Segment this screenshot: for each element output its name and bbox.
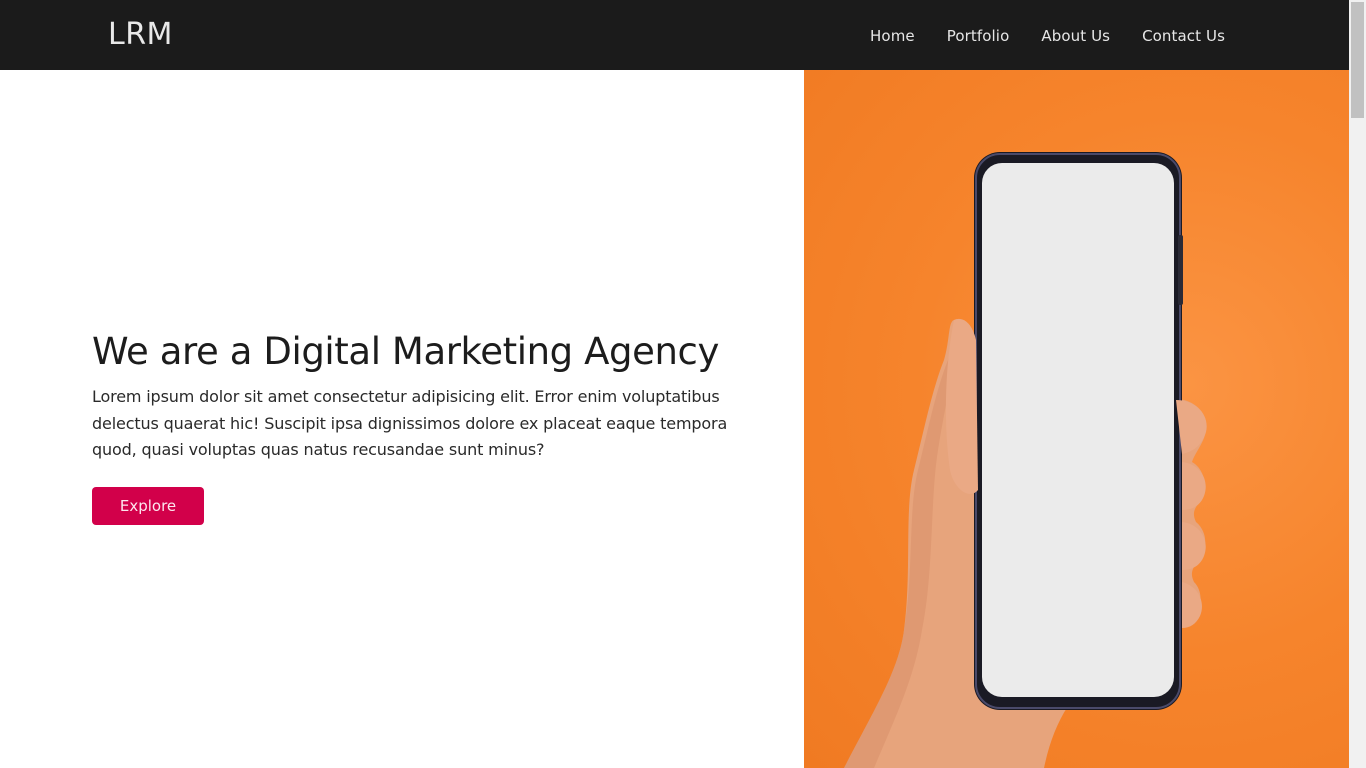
nav-link-contact-us[interactable]: Contact Us xyxy=(1142,25,1225,47)
nav-link-about-us[interactable]: About Us xyxy=(1041,25,1110,47)
navbar: LRM Home Portfolio About Us Contact Us xyxy=(0,0,1349,70)
hand-holding-phone-illustration xyxy=(844,152,1207,768)
phone-screen xyxy=(982,163,1174,697)
nav-link-portfolio[interactable]: Portfolio xyxy=(947,25,1010,47)
nav-link-home[interactable]: Home xyxy=(870,25,915,47)
phone-side-button xyxy=(1178,235,1183,305)
hero-description: Lorem ipsum dolor sit amet consectetur a… xyxy=(92,387,728,460)
page-scrollbar[interactable] xyxy=(1349,0,1366,768)
hero-title: We are a Digital Marketing Agency xyxy=(92,330,719,373)
scrollbar-thumb[interactable] xyxy=(1351,2,1364,118)
nav-links: Home Portfolio About Us Contact Us xyxy=(838,25,1225,47)
hero-image xyxy=(804,70,1349,768)
thumb-shape xyxy=(945,318,978,494)
hero-content: We are a Digital Marketing Agency Lorem … xyxy=(0,70,804,768)
brand-logo[interactable]: LRM xyxy=(108,17,173,53)
explore-button[interactable]: Explore xyxy=(92,487,204,525)
